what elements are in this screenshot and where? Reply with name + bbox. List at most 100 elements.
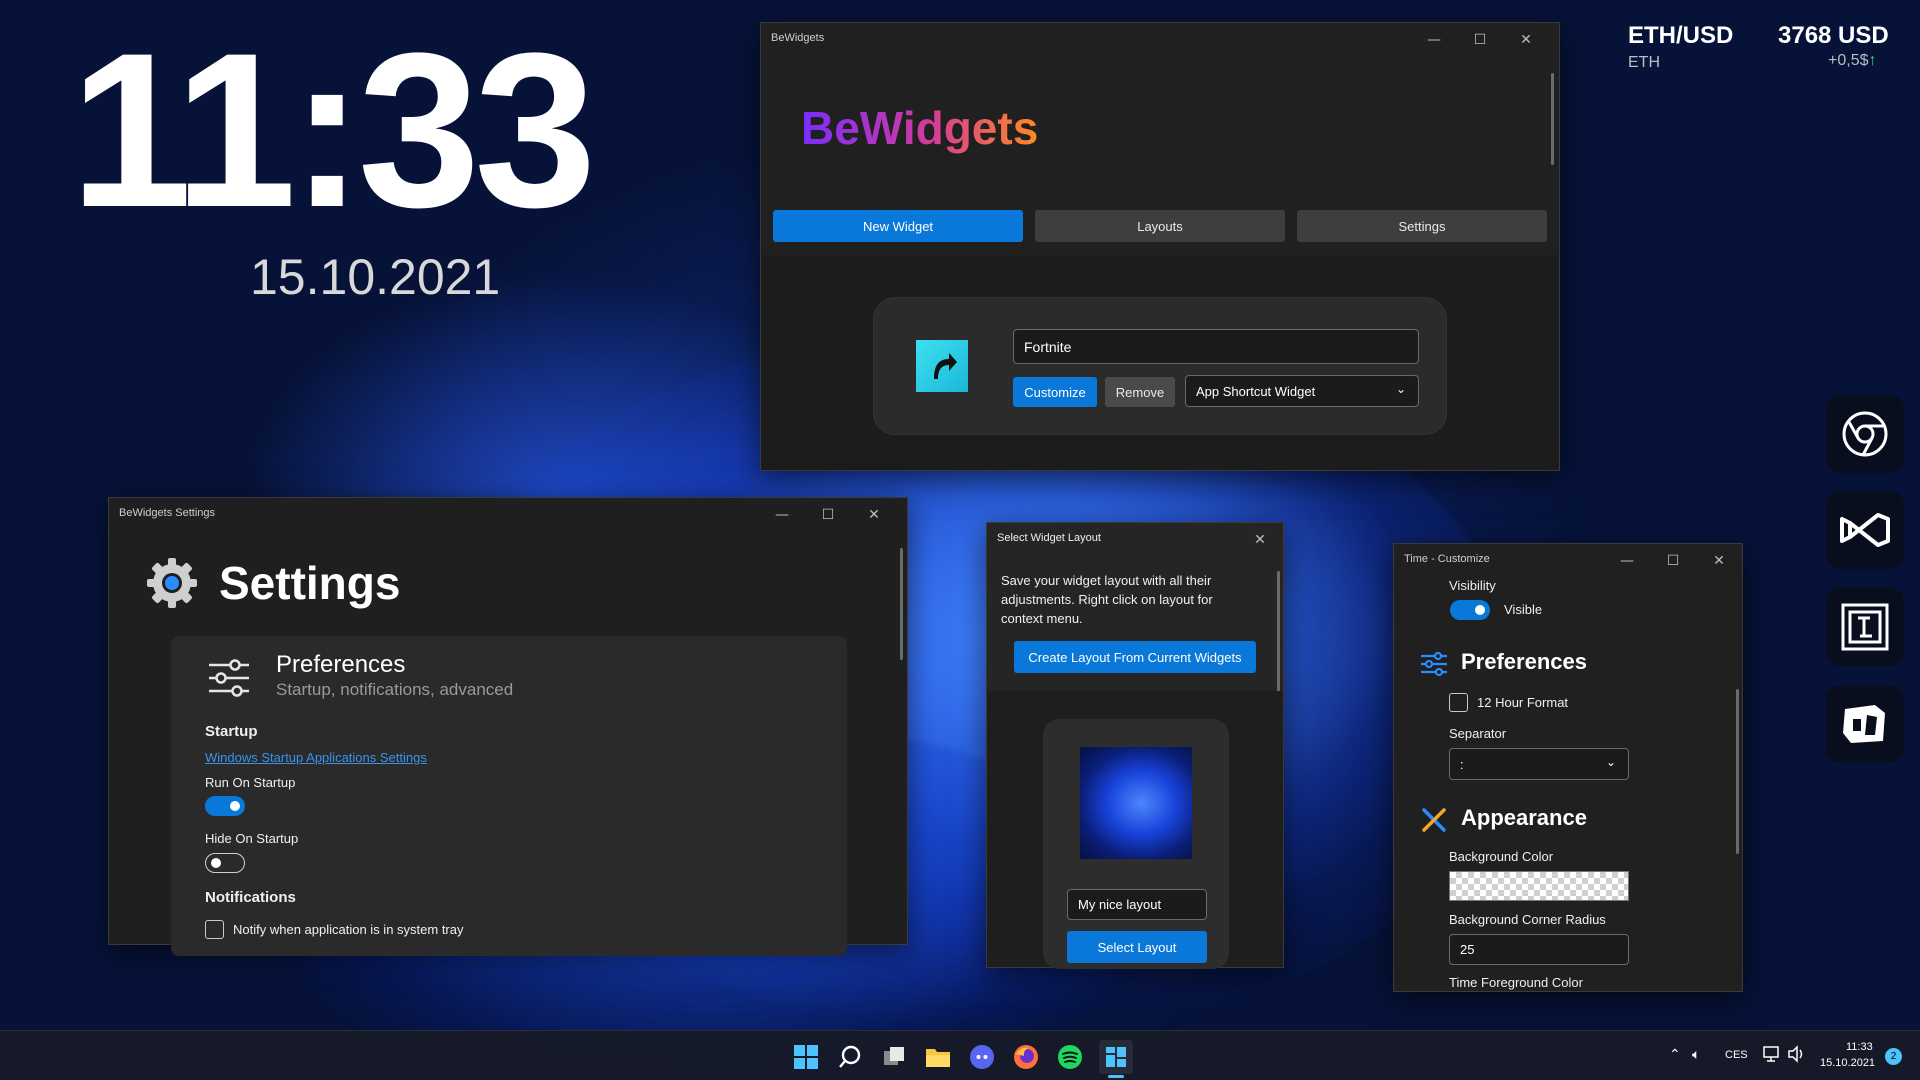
crypto-change: +0,5$ — [1828, 52, 1869, 69]
layout-thumbnail — [1080, 747, 1192, 859]
bg-color-swatch[interactable] — [1449, 871, 1629, 901]
customize-preferences-heading: Preferences — [1461, 649, 1587, 674]
startup-settings-link[interactable]: Windows Startup Applications Settings — [205, 750, 427, 765]
maximize-icon[interactable]: ☐ — [1457, 29, 1503, 51]
visual-studio-icon — [1840, 513, 1890, 547]
corner-radius-input[interactable]: 25 — [1449, 934, 1629, 965]
bewidgets-main-window: BeWidgets — ☐ ✕ BeWidgets New Widget Lay… — [760, 22, 1560, 471]
tab-new-widget[interactable]: New Widget — [773, 210, 1023, 242]
hide-on-startup-label: Hide On Startup — [205, 831, 299, 846]
dock-game[interactable] — [1826, 685, 1904, 763]
layout-window: Select Widget Layout ✕ Save your widget … — [986, 522, 1284, 969]
visible-label: Visible — [1504, 602, 1543, 617]
chrome-icon — [1842, 411, 1888, 457]
customize-window: Time - Customize — ☐ ✕ Visibility Visibl… — [1393, 543, 1743, 992]
customize-window-title: Time - Customize — [1404, 553, 1490, 565]
jetbrains-icon — [1841, 603, 1889, 651]
notifications-heading: Notifications — [205, 889, 296, 906]
file-explorer-icon[interactable] — [923, 1042, 953, 1072]
close-icon[interactable]: ✕ — [1237, 529, 1283, 551]
settings-scrollbar[interactable] — [900, 548, 903, 660]
search-icon[interactable] — [835, 1042, 865, 1072]
main-scrollbar[interactable] — [1551, 73, 1554, 165]
layout-window-title: Select Widget Layout — [997, 532, 1101, 544]
maximize-icon[interactable]: ☐ — [805, 504, 851, 526]
taskbar-date[interactable]: 15.10.2021 — [1820, 1057, 1875, 1069]
paintbrush-icon — [1420, 806, 1448, 834]
dock-visual-studio[interactable] — [1826, 491, 1904, 569]
minimize-icon[interactable]: — — [1411, 29, 1457, 51]
desktop-clock-time: 11:33 — [70, 7, 597, 253]
dock-chrome[interactable] — [1826, 395, 1904, 473]
gear-icon — [145, 556, 199, 610]
network-icon[interactable] — [1763, 1045, 1781, 1067]
separator-value: : — [1460, 756, 1464, 772]
notification-badge[interactable]: 2 — [1885, 1048, 1902, 1065]
dock-jetbrains[interactable] — [1826, 588, 1904, 666]
corner-radius-label: Background Corner Radius — [1449, 912, 1606, 927]
preferences-subtitle: Startup, notifications, advanced — [276, 680, 514, 699]
close-icon[interactable]: ✕ — [851, 504, 897, 526]
remove-button[interactable]: Remove — [1105, 377, 1175, 407]
minimize-icon[interactable]: — — [1604, 550, 1650, 572]
spotify-icon[interactable] — [1055, 1042, 1085, 1072]
run-on-startup-label: Run On Startup — [205, 775, 296, 790]
taskbar — [0, 1030, 1920, 1080]
main-window-title: BeWidgets — [771, 32, 825, 44]
task-view-icon[interactable] — [879, 1042, 909, 1072]
discord-icon[interactable] — [967, 1042, 997, 1072]
tab-layouts[interactable]: Layouts — [1035, 210, 1285, 242]
settings-window-title: BeWidgets Settings — [119, 507, 215, 519]
arrow-up-icon: ↑ — [1868, 52, 1877, 69]
minimize-icon[interactable]: — — [759, 504, 805, 526]
appearance-heading: Appearance — [1461, 805, 1587, 830]
app-shortcut-icon — [916, 340, 968, 392]
select-layout-button[interactable]: Select Layout — [1067, 931, 1207, 963]
chevron-up-icon[interactable]: ⌃ — [1669, 1046, 1681, 1063]
customize-scrollbar[interactable] — [1736, 689, 1739, 854]
visibility-toggle[interactable] — [1450, 600, 1490, 620]
widget-type-select[interactable]: App Shortcut Widget ⌄ — [1185, 375, 1419, 407]
crypto-price: 3768 USD — [1778, 22, 1889, 49]
separator-label: Separator — [1449, 726, 1507, 741]
customize-button[interactable]: Customize — [1013, 377, 1097, 407]
hide-on-startup-toggle[interactable] — [205, 853, 245, 873]
taskbar-time[interactable]: 11:33 — [1846, 1041, 1873, 1053]
language-indicator[interactable]: CES — [1725, 1049, 1748, 1061]
fg-color-label: Time Foreground Color — [1449, 975, 1583, 990]
separator-select[interactable]: : ⌄ — [1449, 748, 1629, 780]
windows-start-icon[interactable] — [791, 1042, 821, 1072]
bewidgets-icon[interactable] — [1099, 1040, 1133, 1074]
sliders-icon — [207, 656, 251, 700]
bg-color-label: Background Color — [1449, 849, 1554, 864]
firefox-icon[interactable] — [1011, 1042, 1041, 1072]
desktop-clock-date: 15.10.2021 — [250, 249, 501, 305]
tab-settings[interactable]: Settings — [1297, 210, 1547, 242]
maximize-icon[interactable]: ☐ — [1650, 550, 1696, 572]
layout-name-input[interactable]: My nice layout — [1067, 889, 1207, 920]
settings-window: BeWidgets Settings — ☐ ✕ Settings Prefer… — [108, 497, 908, 956]
hour-format-label: 12 Hour Format — [1477, 695, 1569, 710]
hour-format-checkbox[interactable] — [1449, 693, 1468, 712]
startup-heading: Startup — [205, 723, 258, 740]
create-layout-button[interactable]: Create Layout From Current Widgets — [1014, 641, 1256, 673]
notify-checkbox[interactable] — [205, 920, 224, 939]
crypto-change-row: +0,5$↑ — [1828, 52, 1876, 70]
visibility-label: Visibility — [1449, 578, 1496, 593]
crypto-pair: ETH/USD — [1628, 22, 1734, 49]
widget-card — [873, 297, 1447, 435]
run-on-startup-toggle[interactable] — [205, 796, 245, 816]
volume-icon[interactable]: 🔈︎ — [1692, 1046, 1700, 1063]
crypto-symbol: ETH — [1628, 54, 1660, 71]
preferences-title: Preferences — [276, 651, 406, 678]
speaker-icon[interactable] — [1787, 1045, 1805, 1067]
layout-description: Save your widget layout with all their a… — [1001, 573, 1213, 626]
close-icon[interactable]: ✕ — [1503, 29, 1549, 51]
chevron-down-icon: ⌄ — [1605, 755, 1616, 769]
widget-type-value: App Shortcut Widget — [1196, 383, 1316, 399]
widget-name-input[interactable]: Fortnite — [1013, 329, 1419, 364]
close-icon[interactable]: ✕ — [1696, 550, 1742, 572]
notify-label: Notify when application is in system tra… — [233, 922, 464, 937]
game-controller-icon — [1843, 705, 1885, 743]
settings-heading: Settings — [219, 557, 401, 609]
